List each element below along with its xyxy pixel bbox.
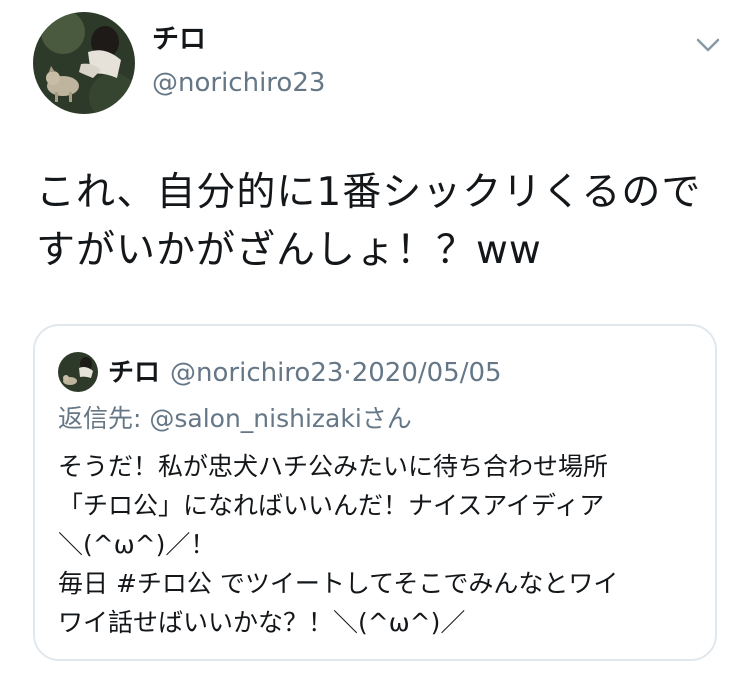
reply-prefix: 返信先: — [58, 404, 150, 433]
tweet-text-line: すがいかがざんしょ！？ww — [36, 228, 542, 273]
quoted-text-line: ＼(^ω^)／！ — [58, 530, 216, 559]
reply-user-link[interactable]: @salon_nishizaki — [149, 404, 361, 433]
quoted-tweet-header: チロ @norichiro23·2020/05/05 — [108, 358, 502, 388]
author-avatar[interactable] — [33, 12, 135, 114]
author-name[interactable]: チロ — [152, 26, 206, 53]
quoted-reply-context: 返信先: @salon_nishizakiさん — [58, 404, 412, 434]
quoted-author-name: チロ — [108, 358, 161, 388]
quoted-tweet-date: 2020/05/05 — [351, 358, 502, 388]
chevron-down-icon[interactable] — [693, 32, 723, 58]
quoted-separator: · — [343, 358, 352, 388]
quoted-text-line: 毎日 #チロ公 でツイートしてそこでみんなとワイ — [58, 569, 619, 598]
quoted-tweet-text: そうだ！私が忠犬ハチ公みたいに待ち合わせ場所 「チロ公」になればいいんだ！ナイス… — [58, 447, 698, 642]
quoted-text-line: 「チロ公」になればいいんだ！ナイスアイディア — [58, 491, 605, 520]
quoted-text-line: そうだ！私が忠犬ハチ公みたいに待ち合わせ場所 — [58, 452, 609, 481]
author-handle[interactable]: @norichiro23 — [152, 70, 325, 96]
quoted-author-avatar — [58, 352, 98, 392]
quoted-text-line: ワイ話せばいいかな？！＼(^ω^)／ — [58, 608, 466, 637]
quoted-author-handle: @norichiro23 — [170, 358, 344, 388]
reply-suffix: さん — [361, 404, 412, 433]
tweet-text: これ、自分的に1番シックリくるので すがいかがざんしょ！？ww — [36, 164, 726, 280]
tweet-text-line: これ、自分的に1番シックリくるので — [36, 170, 702, 215]
